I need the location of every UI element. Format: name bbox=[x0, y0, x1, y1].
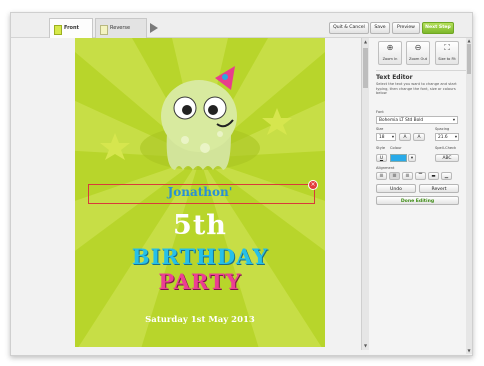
chevron-down-icon: ▾ bbox=[391, 135, 394, 140]
spacing-select[interactable]: 21.6 ▾ bbox=[435, 133, 459, 141]
align-center-icon: ☰ bbox=[392, 174, 397, 179]
alignment-label: Alignment bbox=[376, 166, 395, 170]
size-label: Size bbox=[376, 127, 384, 131]
card-date-text[interactable]: Saturday 1st May 2013 bbox=[75, 315, 325, 325]
card-age-text[interactable]: 5th bbox=[75, 210, 325, 241]
chevron-down-icon: ▾ bbox=[454, 135, 457, 140]
panel-scrollbar[interactable]: ▲ ▼ bbox=[466, 38, 472, 354]
card-front-icon bbox=[54, 25, 62, 35]
valign-top-icon: ▔ bbox=[418, 174, 423, 179]
align-left-button[interactable]: ☰ bbox=[376, 172, 387, 180]
colour-dropdown-button[interactable]: ▾ bbox=[408, 154, 416, 162]
tab-reverse[interactable]: Reverse bbox=[95, 18, 147, 38]
panel-description: Select the text you want to change and s… bbox=[376, 82, 457, 96]
next-step-button[interactable]: Next Step bbox=[422, 22, 454, 34]
spellcheck-label: Spell-Check bbox=[435, 146, 457, 150]
revert-button[interactable]: Revert bbox=[419, 184, 459, 193]
card-party-text[interactable]: PARTY bbox=[75, 269, 325, 294]
chevron-down-icon: ▾ bbox=[452, 118, 455, 123]
spacing-label: Spacing bbox=[435, 127, 450, 131]
tab-reverse-label: Reverse bbox=[110, 25, 131, 31]
size-to-fit-label: Size to Fit bbox=[438, 57, 456, 61]
align-center-button[interactable]: ☰ bbox=[389, 172, 400, 180]
tab-front[interactable]: Front bbox=[49, 18, 93, 38]
panel-title: Text Editor bbox=[376, 70, 466, 81]
card-name-text[interactable]: Jonathon' bbox=[75, 185, 325, 199]
text-editor-panel: ⊕ Zoom In ⊖ Zoom Out ⛶ Size to Fit Text … bbox=[369, 38, 472, 354]
tab-front-label: Front bbox=[64, 25, 79, 31]
scroll-up-icon[interactable]: ▲ bbox=[363, 39, 368, 45]
valign-bottom-button[interactable]: ▁ bbox=[441, 172, 452, 180]
card-reverse-icon bbox=[100, 25, 108, 35]
size-select-value: 18 bbox=[379, 135, 385, 140]
panel-scroll-thumb[interactable] bbox=[467, 44, 471, 74]
font-larger-button[interactable]: A bbox=[413, 133, 425, 141]
spellcheck-button[interactable]: ABC bbox=[435, 154, 459, 162]
chevron-down-icon: ▾ bbox=[410, 156, 414, 161]
underline-button[interactable]: U bbox=[376, 154, 387, 162]
size-select[interactable]: 18 ▾ bbox=[376, 133, 396, 141]
scroll-thumb[interactable] bbox=[363, 48, 368, 88]
font-smaller-button[interactable]: A bbox=[399, 133, 411, 141]
canvas-scrollbar[interactable]: ▲ ▼ bbox=[361, 38, 369, 350]
align-right-button[interactable]: ☰ bbox=[402, 172, 413, 180]
top-toolbar: Front Reverse Quit & Cancel Save Preview… bbox=[11, 13, 472, 38]
quit-cancel-button[interactable]: Quit & Cancel bbox=[329, 22, 369, 34]
font-select-value: Bohemia LT Std Bold bbox=[379, 118, 424, 123]
scroll-down-icon[interactable]: ▼ bbox=[466, 348, 472, 354]
design-canvas: × Jonathon' 5th BIRTHDAY PARTY Saturday … bbox=[11, 38, 369, 354]
done-editing-button[interactable]: Done Editing bbox=[376, 196, 459, 205]
font-select[interactable]: Bohemia LT Std Bold ▾ bbox=[376, 116, 458, 124]
monster-mascot-icon bbox=[161, 66, 237, 170]
valign-bottom-icon: ▁ bbox=[444, 174, 449, 179]
font-smaller-label: A bbox=[403, 135, 407, 140]
editor-window: Front Reverse Quit & Cancel Save Preview… bbox=[10, 12, 473, 356]
valign-top-button[interactable]: ▔ bbox=[415, 172, 426, 180]
card-birthday-text[interactable]: BIRTHDAY bbox=[75, 244, 325, 269]
zoom-out-label: Zoom Out bbox=[408, 57, 428, 61]
align-right-icon: ☰ bbox=[405, 174, 410, 179]
zoom-in-label: Zoom In bbox=[382, 57, 398, 61]
zoom-out-icon: ⊖ bbox=[414, 43, 422, 52]
play-arrow-icon[interactable] bbox=[150, 23, 158, 33]
colour-swatch[interactable] bbox=[390, 154, 407, 162]
scroll-down-icon[interactable]: ▼ bbox=[363, 343, 368, 349]
font-larger-label: A bbox=[417, 135, 421, 140]
zoom-in-icon: ⊕ bbox=[386, 43, 394, 52]
style-label: Style bbox=[376, 146, 386, 150]
preview-button[interactable]: Preview bbox=[392, 22, 420, 34]
font-label: Font bbox=[376, 110, 384, 114]
size-to-fit-button[interactable]: ⛶ Size to Fit bbox=[435, 41, 459, 65]
save-button[interactable]: Save bbox=[370, 22, 390, 34]
spellcheck-button-label: ABC bbox=[442, 156, 452, 161]
spacing-select-value: 21.6 bbox=[438, 135, 448, 140]
valign-middle-button[interactable]: ▬ bbox=[428, 172, 439, 180]
colour-label: Colour bbox=[390, 146, 402, 150]
underline-label: U bbox=[379, 156, 384, 161]
align-left-icon: ☰ bbox=[379, 174, 384, 179]
valign-middle-icon: ▬ bbox=[431, 174, 436, 179]
undo-button[interactable]: Undo bbox=[376, 184, 416, 193]
zoom-in-button[interactable]: ⊕ Zoom In bbox=[378, 41, 402, 65]
card-front-design[interactable]: × Jonathon' 5th BIRTHDAY PARTY Saturday … bbox=[75, 38, 325, 347]
zoom-out-button[interactable]: ⊖ Zoom Out bbox=[406, 41, 430, 65]
fit-icon: ⛶ bbox=[444, 43, 450, 52]
